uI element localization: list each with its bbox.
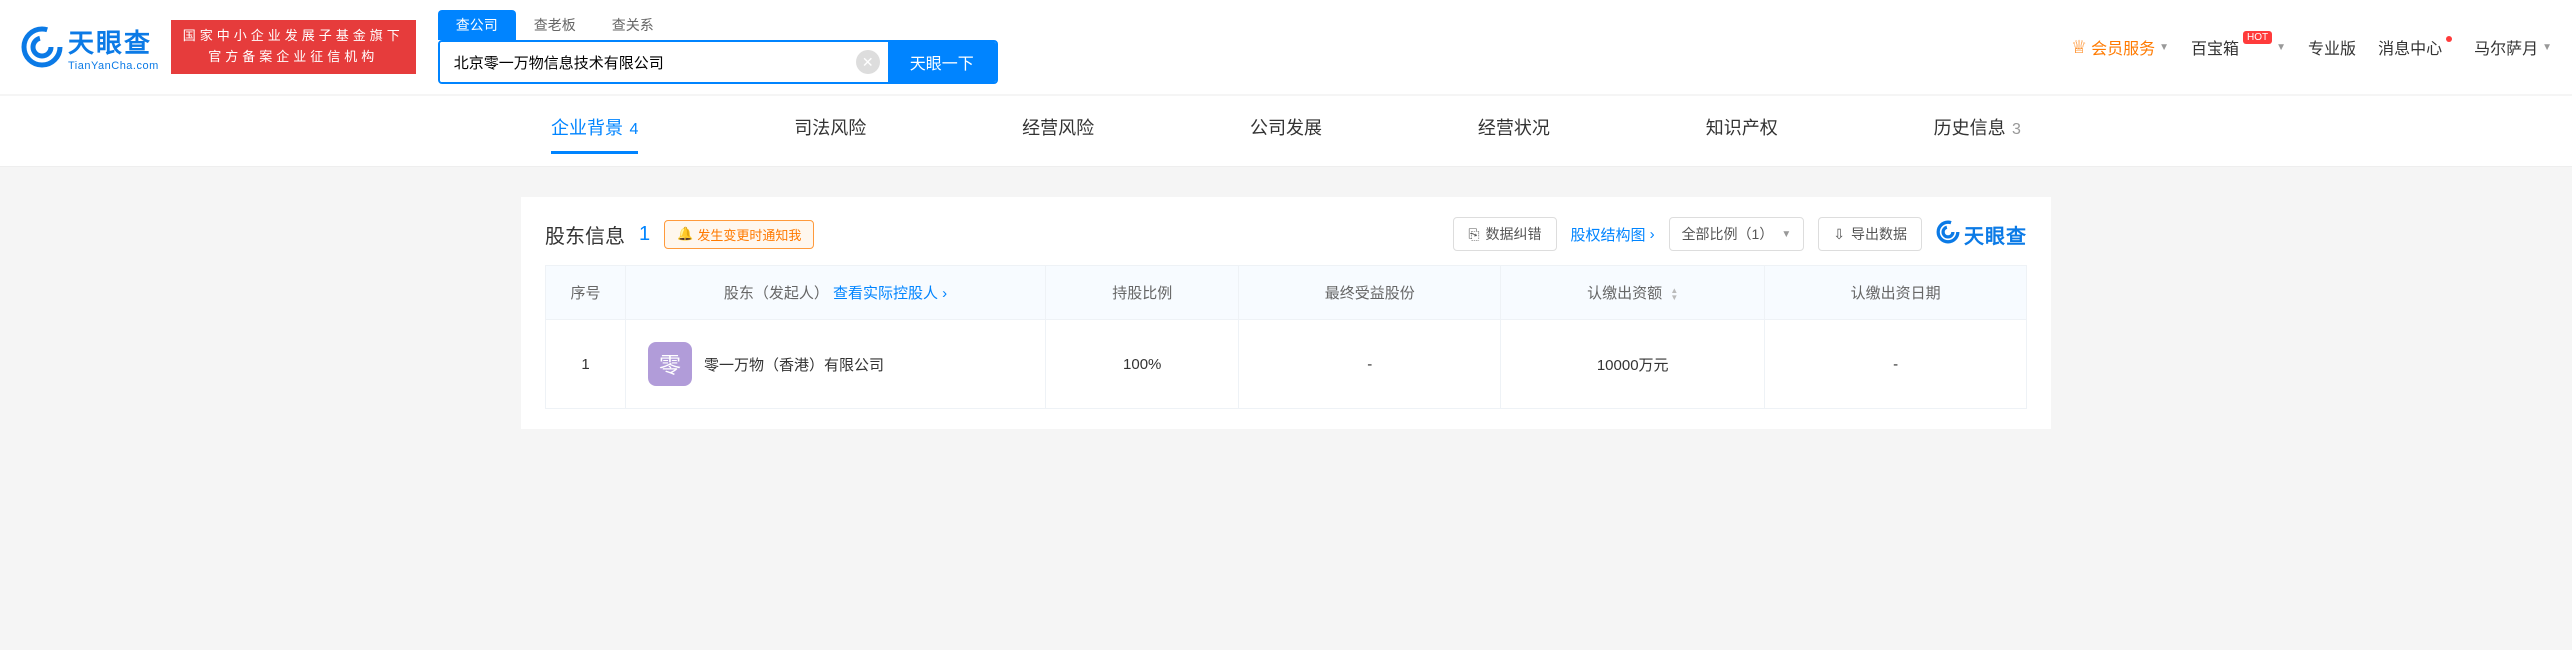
structure-label: 股权结构图 — [1571, 224, 1646, 245]
banner-line1: 国家中小企业发展子基金旗下 — [183, 26, 404, 47]
banner-line2: 官方备案企业征信机构 — [183, 47, 404, 68]
search-tab-relation[interactable]: 查关系 — [594, 10, 672, 40]
company-name-link[interactable]: 零一万物（香港）有限公司 — [704, 354, 884, 375]
download-icon: ⇩ — [1833, 226, 1845, 243]
th-shareholder-label: 股东（发起人） — [724, 285, 829, 302]
chevron-down-icon: ▼ — [2276, 42, 2286, 53]
cell-date: - — [1765, 320, 2027, 409]
cell-amount: 10000万元 — [1501, 320, 1765, 409]
cell-shareholder: 零 零一万物（香港）有限公司 — [626, 320, 1046, 409]
logo[interactable]: 天眼查 TianYanCha.com — [20, 23, 159, 72]
document-icon: ⎘ — [1468, 226, 1479, 243]
category-tab-0[interactable]: 企业背景 4 — [551, 114, 638, 154]
view-controller-label: 查看实际控股人 — [833, 285, 938, 302]
nav-msg-label: 消息中心 — [2378, 35, 2442, 59]
logo-title: 天眼查 — [68, 23, 159, 60]
search-input[interactable] — [440, 42, 856, 82]
category-count: 4 — [625, 121, 638, 138]
logo-swirl-icon — [20, 25, 64, 69]
view-controller-link[interactable]: 查看实际控股人 › — [833, 285, 947, 302]
header-right: ♕ 会员服务 ▼ 百宝箱 HOT ▼ 专业版 消息中心 马尔萨月 ▼ — [2071, 35, 2552, 59]
bell-icon: 🔔 — [677, 226, 693, 242]
sort-icon: ▲▼ — [1670, 287, 1678, 301]
search-area: 查公司 查老板 查关系 ✕ 天眼一下 — [438, 10, 998, 84]
brand-banner: 国家中小企业发展子基金旗下 官方备案企业征信机构 — [171, 20, 416, 74]
category-tab-6[interactable]: 历史信息 3 — [1934, 114, 2021, 154]
th-amount-label: 认缴出资额 — [1587, 285, 1662, 302]
nav-user[interactable]: 马尔萨月 ▼ — [2474, 35, 2552, 59]
vip-link[interactable]: ♕ 会员服务 ▼ — [2071, 35, 2169, 59]
chevron-down-icon: ▼ — [2159, 42, 2169, 53]
ratio-filter-select[interactable]: 全部比例（1） ▼ — [1669, 217, 1805, 251]
nav-user-label: 马尔萨月 — [2474, 35, 2538, 59]
category-tabs: 企业背景 4 司法风险 经营风险 公司发展 经营状况 知识产权 历史信息 3 — [0, 96, 2572, 167]
vip-label: 会员服务 — [2091, 35, 2155, 59]
cell-benefit: - — [1239, 320, 1501, 409]
notify-button[interactable]: 🔔 发生变更时通知我 — [664, 220, 814, 249]
search-tab-company[interactable]: 查公司 — [438, 10, 516, 40]
th-date: 认缴出资日期 — [1765, 266, 2027, 320]
category-tab-1[interactable]: 司法风险 — [794, 114, 866, 154]
nav-treasure-label: 百宝箱 — [2191, 35, 2239, 59]
nav-messages[interactable]: 消息中心 — [2378, 35, 2452, 59]
category-tab-3[interactable]: 公司发展 — [1250, 114, 1322, 154]
shareholder-table: 序号 股东（发起人） 查看实际控股人 › 持股比例 最终受益股份 认缴出资额 ▲… — [545, 265, 2027, 409]
category-count: 3 — [2008, 121, 2021, 138]
correct-label: 数据纠错 — [1486, 224, 1542, 244]
crown-icon: ♕ — [2071, 37, 2087, 58]
nav-treasure[interactable]: 百宝箱 HOT ▼ — [2191, 35, 2286, 59]
section-toolbar: ⎘ 数据纠错 股权结构图 › 全部比例（1） ▼ ⇩ 导出数据 天眼查 — [1453, 217, 2027, 251]
watermark: 天眼查 — [1936, 220, 2027, 249]
search-tabs: 查公司 查老板 查关系 — [438, 10, 998, 40]
logo-swirl-icon — [1936, 220, 1960, 249]
th-amount[interactable]: 认缴出资额 ▲▼ — [1501, 266, 1765, 320]
cell-ratio: 100% — [1046, 320, 1239, 409]
export-label: 导出数据 — [1851, 224, 1907, 244]
company-logo: 零 — [648, 342, 692, 386]
section-header: 股东信息 1 🔔 发生变更时通知我 ⎘ 数据纠错 股权结构图 › 全部比例（1）… — [545, 217, 2027, 251]
search-tab-boss[interactable]: 查老板 — [516, 10, 594, 40]
cell-seq: 1 — [546, 320, 626, 409]
category-tab-5[interactable]: 知识产权 — [1706, 114, 1778, 154]
equity-structure-link[interactable]: 股权结构图 › — [1571, 224, 1655, 245]
clear-icon[interactable]: ✕ — [856, 50, 880, 74]
watermark-text: 天眼查 — [1964, 220, 2027, 249]
data-correct-button[interactable]: ⎘ 数据纠错 — [1453, 217, 1556, 251]
category-tab-4[interactable]: 经营状况 — [1478, 114, 1550, 154]
shareholder-section: 股东信息 1 🔔 发生变更时通知我 ⎘ 数据纠错 股权结构图 › 全部比例（1）… — [521, 197, 2051, 429]
ratio-select-label: 全部比例（1） — [1682, 224, 1774, 244]
export-button[interactable]: ⇩ 导出数据 — [1818, 217, 1922, 251]
th-ratio: 持股比例 — [1046, 266, 1239, 320]
top-header: 天眼查 TianYanCha.com 国家中小企业发展子基金旗下 官方备案企业征… — [0, 0, 2572, 94]
notify-label: 发生变更时通知我 — [697, 225, 801, 244]
notification-dot-icon — [2446, 36, 2452, 42]
th-benefit: 最终受益股份 — [1239, 266, 1501, 320]
search-button[interactable]: 天眼一下 — [888, 42, 996, 82]
search-box: ✕ 天眼一下 — [438, 40, 998, 84]
logo-subtitle: TianYanCha.com — [68, 60, 159, 72]
nav-pro[interactable]: 专业版 — [2308, 35, 2356, 59]
section-count: 1 — [639, 223, 650, 246]
th-shareholder: 股东（发起人） 查看实际控股人 › — [626, 266, 1046, 320]
category-tab-2[interactable]: 经营风险 — [1022, 114, 1094, 154]
hot-badge: HOT — [2243, 31, 2272, 44]
section-title: 股东信息 — [545, 220, 625, 249]
table-row: 1 零 零一万物（香港）有限公司 100% - 10000万元 - — [546, 320, 2027, 409]
chevron-down-icon: ▼ — [1781, 229, 1791, 240]
chevron-down-icon: ▼ — [2542, 42, 2552, 53]
chevron-right-icon: › — [1650, 226, 1655, 243]
th-seq: 序号 — [546, 266, 626, 320]
